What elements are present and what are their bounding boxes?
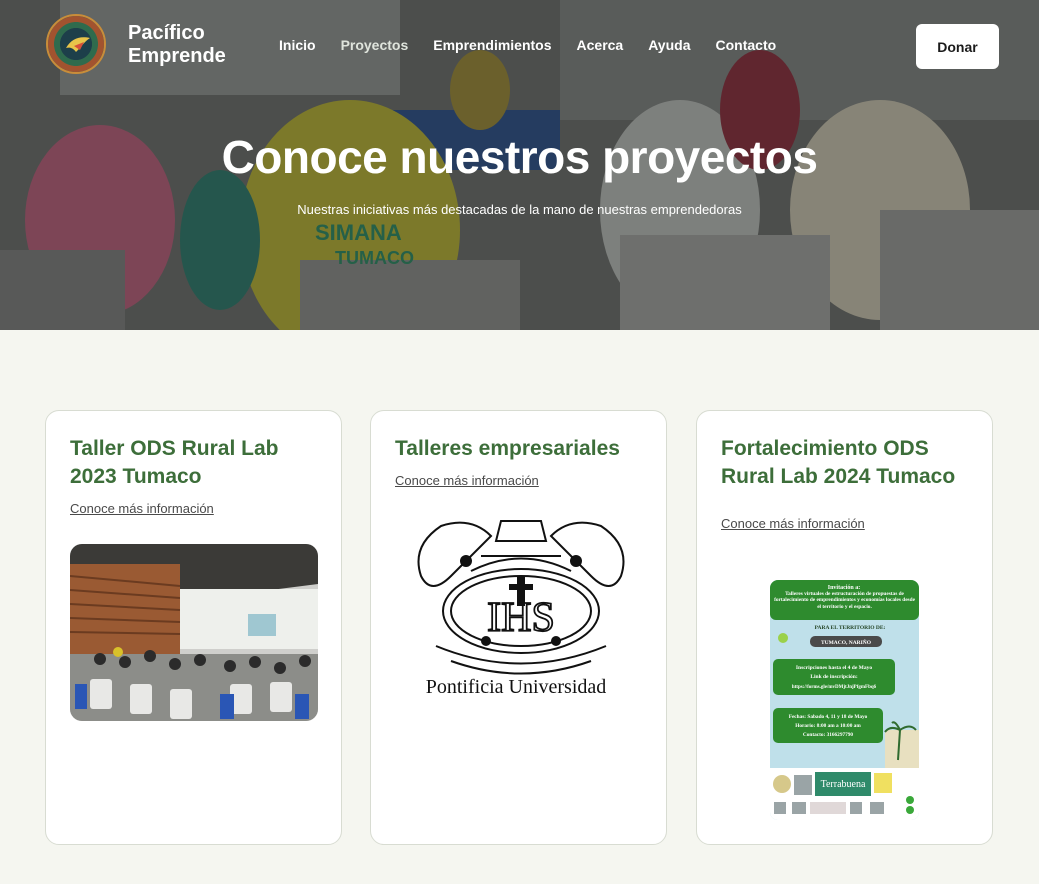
- site-logo[interactable]: [46, 14, 106, 74]
- nav-acerca[interactable]: Acerca: [577, 37, 624, 53]
- page-subtitle: Nuestras iniciativas más destacadas de l…: [297, 202, 742, 217]
- flyer-link-label: Link de inscripción:: [810, 674, 858, 680]
- crest-art: IHS Pontificia Universidad: [411, 516, 631, 696]
- nav-proyectos[interactable]: Proyectos: [341, 37, 409, 53]
- flyer-territory-label: PARA EL TERRITORIO DE:: [815, 625, 886, 631]
- event-flyer[interactable]: Invitación a: Talleres virtuales de estr…: [770, 580, 919, 820]
- flyer-hours: Horario: 8:00 am a 10:00 am: [795, 723, 861, 729]
- page-title: Conoce nuestros proyectos: [221, 131, 818, 183]
- workshop-photo-art: [70, 544, 318, 721]
- flyer-link-url: https://forms.gle/mvDMjtJnjPfgmFbq6: [792, 685, 877, 690]
- bird-icon: [66, 37, 90, 52]
- university-crest[interactable]: IHS Pontificia Universidad: [411, 516, 631, 696]
- sponsor-name: Terrabuena: [821, 779, 866, 790]
- nav-ayuda[interactable]: Ayuda: [648, 37, 690, 53]
- project-card-2: Talleres empresariales Conoce más inform…: [370, 410, 667, 845]
- crest-monogram: IHS: [487, 595, 555, 641]
- card-title: Taller ODS Rural Lab 2023 Tumaco: [70, 437, 279, 488]
- project-card-1: Taller ODS Rural Lab 2023 Tumaco Conoce …: [45, 410, 342, 845]
- flyer-intro: Talleres virtuales de estructuración de …: [774, 591, 915, 610]
- workshop-photo[interactable]: [70, 544, 318, 721]
- flyer-dates: Fechas: Sabado 4, 11 y 18 de Mayo: [789, 714, 868, 720]
- flyer-territory: TUMACO, NARIÑO: [821, 638, 872, 646]
- sponsor-logo-2: [794, 775, 812, 795]
- card-title: Fortalecimiento ODS Rural Lab 2024 Tumac…: [721, 437, 956, 488]
- sponsor-logo-4: [810, 802, 846, 814]
- sponsor-logo-1: [773, 775, 791, 793]
- hero-banner: SIMANA TUMACO Pacífico Emprende Inicio P…: [0, 0, 1039, 330]
- crest-caption: Pontificia Universidad: [426, 676, 607, 696]
- card-more-link[interactable]: Conoce más información: [395, 473, 539, 488]
- brand-line-2: Emprende: [128, 45, 226, 67]
- nav-inicio[interactable]: Inicio: [279, 37, 316, 53]
- flyer-registration: Inscripciones hasta el 4 de Mayo: [796, 665, 872, 671]
- flyer-contact: Contacto: 3166297790: [803, 732, 854, 738]
- flyer-art: Invitación a: Talleres virtuales de estr…: [770, 580, 919, 820]
- project-card-3: Fortalecimiento ODS Rural Lab 2024 Tumac…: [696, 410, 993, 845]
- card-title: Talleres empresariales: [395, 437, 620, 460]
- donate-button[interactable]: Donar: [916, 24, 999, 69]
- main-nav: Inicio Proyectos Emprendimientos Acerca …: [279, 37, 801, 53]
- bulb-icon: [778, 633, 788, 643]
- whatsapp-icon: [906, 796, 914, 804]
- nav-contacto[interactable]: Contacto: [716, 37, 777, 53]
- nav-emprendimientos[interactable]: Emprendimientos: [433, 37, 551, 53]
- brand-name[interactable]: Pacífico Emprende: [128, 22, 226, 68]
- card-more-link[interactable]: Conoce más información: [721, 516, 865, 531]
- card-more-link[interactable]: Conoce más información: [70, 501, 214, 516]
- social-icon: [906, 806, 914, 814]
- brand-line-1: Pacífico: [128, 22, 205, 44]
- sponsor-logo-3: [874, 773, 892, 793]
